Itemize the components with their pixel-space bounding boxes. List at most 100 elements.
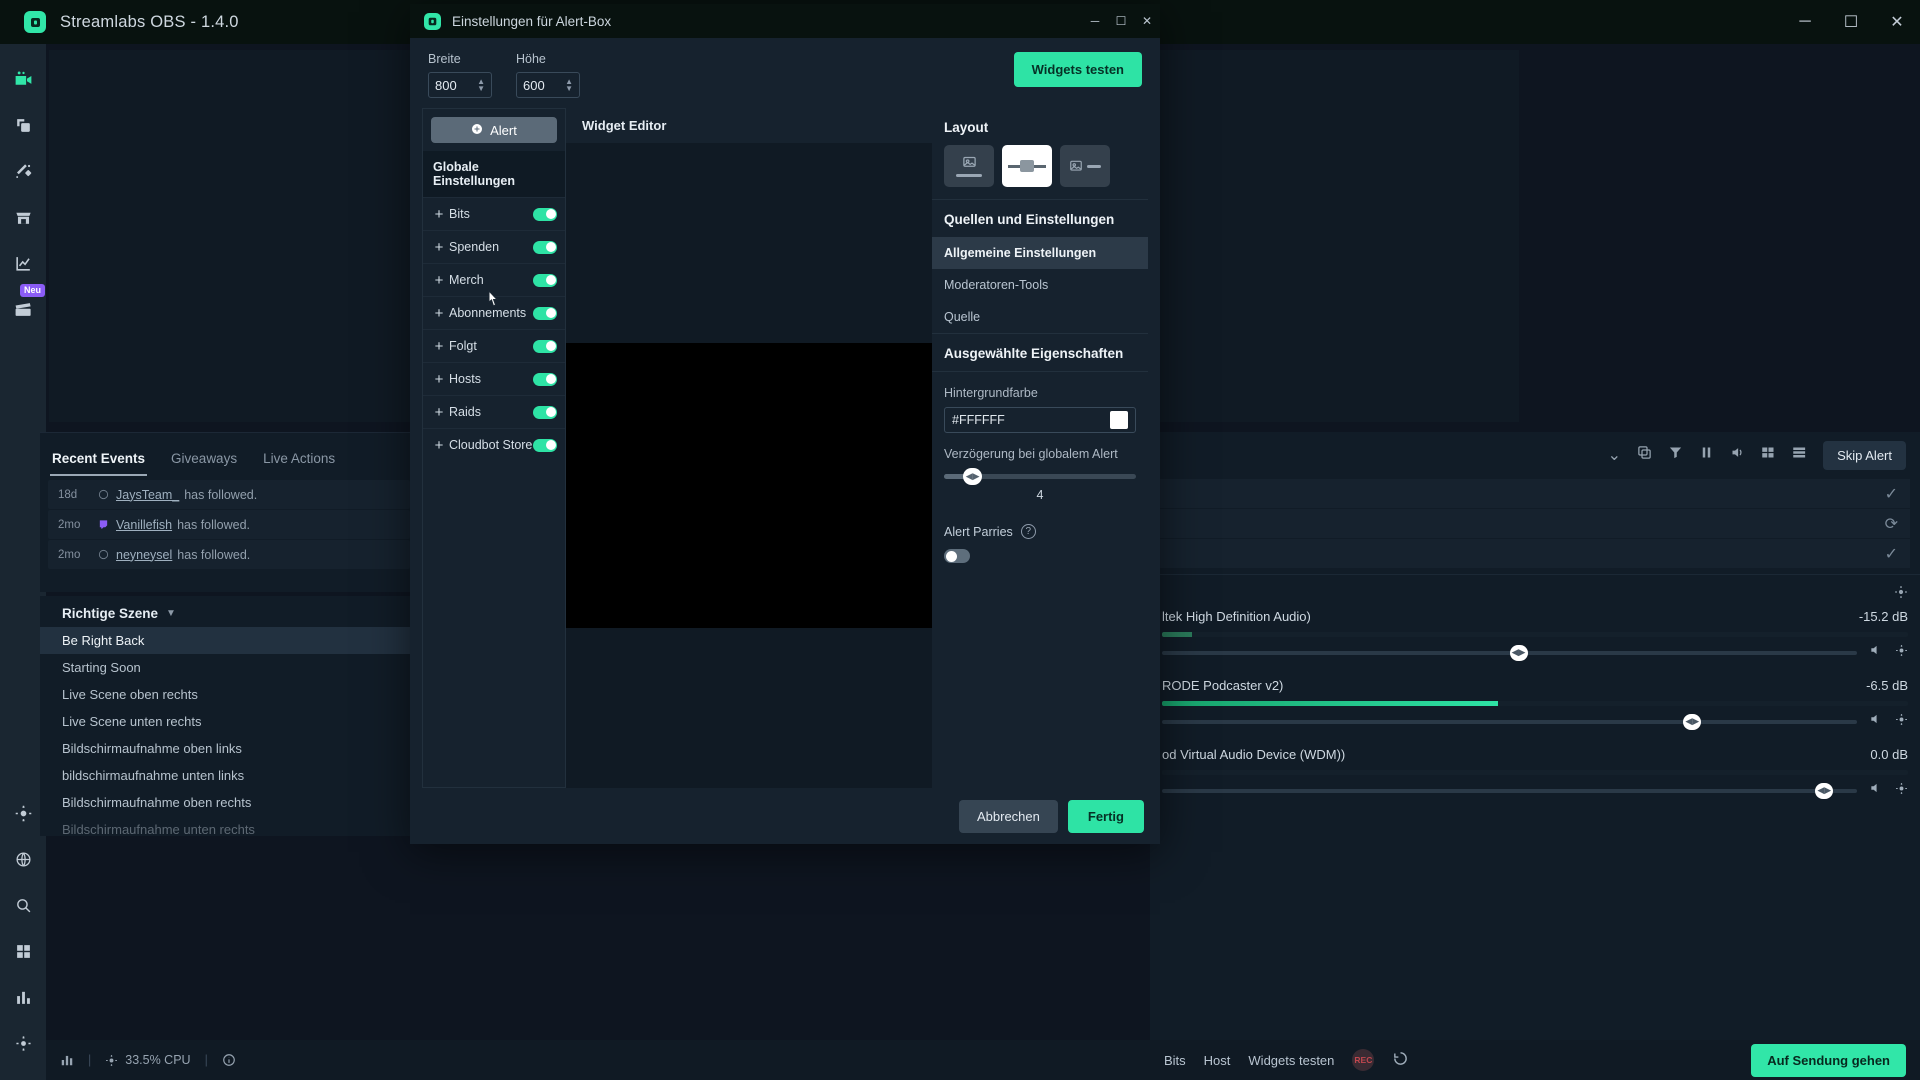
alert-type-toggle[interactable]: [533, 405, 557, 419]
expand-plus-icon[interactable]: +: [429, 437, 449, 454]
grid-apps-icon[interactable]: [0, 928, 46, 974]
event-user[interactable]: Vanillefish: [116, 518, 172, 532]
scene-item[interactable]: Live Scene unten rechts: [40, 708, 418, 735]
done-button[interactable]: Fertig: [1067, 799, 1144, 833]
alert-type-row-folgt[interactable]: + Folgt: [423, 329, 565, 362]
delay-slider[interactable]: ◀▶ 4: [944, 468, 1136, 502]
tab-giveaways[interactable]: Giveaways: [169, 445, 239, 476]
close-icon[interactable]: ✕: [1874, 0, 1920, 44]
bottom-item-bits[interactable]: Bits: [1164, 1053, 1186, 1068]
bottom-item-host[interactable]: Host: [1204, 1053, 1231, 1068]
speaker-icon[interactable]: [1869, 781, 1883, 800]
alert-parries-toggle[interactable]: [944, 549, 970, 563]
chevron-down-icon[interactable]: ⌄: [1608, 445, 1621, 465]
speaker-icon[interactable]: [1869, 712, 1883, 731]
widgets-test-label[interactable]: Widgets testen: [1248, 1053, 1334, 1068]
alert-type-row-abonnements[interactable]: + Abonnements: [423, 296, 565, 329]
alert-type-row-raids[interactable]: + Raids: [423, 395, 565, 428]
scene-item[interactable]: Live Scene oben rechts: [40, 681, 418, 708]
replay-icon[interactable]: [1392, 1050, 1409, 1070]
expand-plus-icon[interactable]: +: [429, 371, 449, 388]
sidebar-item-alertbox[interactable]: [0, 148, 46, 194]
dialog-maximize-icon[interactable]: ☐: [1108, 4, 1134, 38]
alert-type-row-cloudbot-store[interactable]: + Cloudbot Store: [423, 428, 565, 461]
speaker-icon[interactable]: [1869, 643, 1883, 662]
expand-plus-icon[interactable]: +: [429, 404, 449, 421]
check-icon[interactable]: ✓: [1885, 544, 1898, 564]
width-stepper[interactable]: ▲ ▼: [477, 78, 485, 93]
source-item-moderatoren-tools[interactable]: Moderatoren-Tools: [932, 269, 1148, 301]
alert-type-row-spenden[interactable]: + Spenden: [423, 230, 565, 263]
tab-widget-editor[interactable]: Widget Editor: [566, 108, 932, 143]
pause-icon[interactable]: [1699, 445, 1714, 465]
list-view-icon[interactable]: [1792, 445, 1807, 465]
record-button[interactable]: REC: [1352, 1049, 1375, 1071]
background-color-input[interactable]: #FFFFFF: [944, 407, 1136, 433]
alert-type-toggle[interactable]: [533, 240, 557, 254]
cancel-button[interactable]: Abbrechen: [958, 799, 1058, 833]
width-input[interactable]: 800 ▲ ▼: [428, 72, 492, 98]
event-user[interactable]: neyneysel: [116, 548, 172, 562]
dialog-close-icon[interactable]: ✕: [1134, 4, 1160, 38]
layout-image-above-text-option[interactable]: [944, 145, 994, 187]
height-stepper[interactable]: ▲ ▼: [565, 78, 573, 93]
widget-preview-canvas[interactable]: [566, 143, 932, 788]
expand-plus-icon[interactable]: +: [429, 305, 449, 322]
filter-icon[interactable]: [1668, 445, 1683, 465]
list-item[interactable]: 2mo Vanillefish has followed.: [48, 510, 410, 539]
magnifier-icon[interactable]: [0, 882, 46, 928]
event-user[interactable]: JaysTeam_: [116, 488, 179, 502]
scene-item[interactable]: Bildschirmaufnahme unten rechts: [40, 816, 418, 843]
mixer-volume-slider[interactable]: ◀▶: [1162, 782, 1857, 799]
mixer-volume-slider[interactable]: ◀▶: [1162, 644, 1857, 661]
mixer-volume-slider[interactable]: ◀▶: [1162, 713, 1857, 730]
sidebar-item-themes[interactable]: [0, 102, 46, 148]
skip-alert-button[interactable]: Skip Alert: [1823, 440, 1906, 470]
go-live-button[interactable]: Auf Sendung gehen: [1751, 1043, 1906, 1077]
color-swatch[interactable]: [1110, 411, 1128, 429]
test-widgets-button[interactable]: Widgets testen: [1013, 52, 1142, 87]
list-item[interactable]: 18d JaysTeam_ has followed.: [48, 480, 410, 509]
duplicate-icon[interactable]: [1637, 445, 1652, 465]
bar-chart-icon[interactable]: [60, 1053, 74, 1067]
minimize-icon[interactable]: ─: [1782, 0, 1828, 44]
table-row[interactable]: ✓: [1160, 479, 1910, 508]
alert-type-row-hosts[interactable]: + Hosts: [423, 362, 565, 395]
alert-type-toggle[interactable]: [533, 339, 557, 353]
sidebar-item-editor[interactable]: [0, 56, 46, 102]
alert-type-row-merch[interactable]: + Merch: [423, 263, 565, 296]
cog-icon[interactable]: [0, 1020, 46, 1066]
check-icon[interactable]: ✓: [1885, 484, 1898, 504]
table-row[interactable]: ⟳: [1160, 509, 1910, 538]
chevron-down-icon[interactable]: ▼: [166, 608, 176, 619]
sidebar-item-dashboard[interactable]: [0, 240, 46, 286]
source-item-allgemeine-einstellungen[interactable]: Allgemeine Einstellungen: [932, 237, 1148, 269]
mixer-gear-icon[interactable]: [1150, 581, 1920, 603]
alert-type-toggle[interactable]: [533, 207, 557, 221]
expand-plus-icon[interactable]: +: [429, 338, 449, 355]
global-settings-header[interactable]: Globale Einstellungen: [423, 151, 565, 197]
scene-item[interactable]: Be Right Back: [40, 627, 418, 654]
list-item[interactable]: 2mo neyneysel has followed.: [48, 540, 410, 569]
dialog-minimize-icon[interactable]: ─: [1082, 4, 1108, 38]
alert-type-toggle[interactable]: [533, 306, 557, 320]
scene-item[interactable]: Starting Soon: [40, 654, 418, 681]
layout-image-left-text-right-option[interactable]: [1060, 145, 1110, 187]
alert-type-toggle[interactable]: [533, 372, 557, 386]
expand-plus-icon[interactable]: +: [429, 272, 449, 289]
gear-icon[interactable]: [1895, 713, 1908, 731]
sidebar-item-store[interactable]: [0, 194, 46, 240]
question-mark-icon[interactable]: ?: [1020, 524, 1036, 539]
scene-item[interactable]: bildschirmaufnahme unten links: [40, 762, 418, 789]
table-row[interactable]: ✓: [1160, 539, 1910, 568]
gear-icon[interactable]: [1895, 644, 1908, 662]
info-icon[interactable]: [222, 1053, 236, 1067]
alert-type-toggle[interactable]: [533, 273, 557, 287]
source-item-quelle[interactable]: Quelle: [932, 301, 1148, 333]
alert-type-toggle[interactable]: [533, 438, 557, 452]
height-input[interactable]: 600 ▲ ▼: [516, 72, 580, 98]
alert-type-row-bits[interactable]: + Bits: [423, 197, 565, 230]
add-alert-button[interactable]: Alert: [431, 117, 557, 143]
tab-recent-events[interactable]: Recent Events: [50, 445, 148, 476]
expand-plus-icon[interactable]: +: [429, 206, 449, 223]
